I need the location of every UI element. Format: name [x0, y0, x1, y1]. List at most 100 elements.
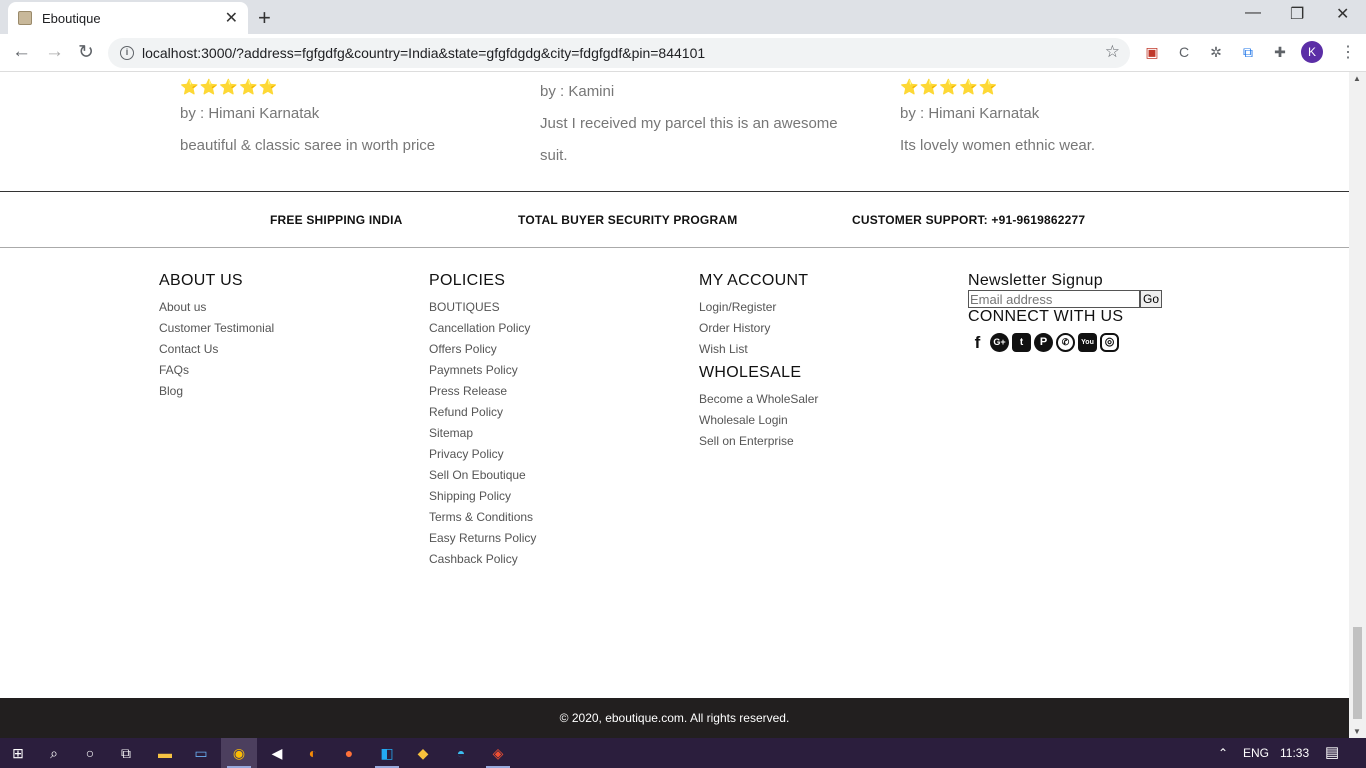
feature-customer-support: CUSTOMER SUPPORT: +91-9619862277: [852, 213, 1086, 227]
link-customer-testimonial[interactable]: Customer Testimonial: [159, 318, 274, 339]
extension-c-icon[interactable]: C: [1174, 42, 1194, 62]
page-content: ⭐⭐⭐⭐⭐ by : Himani Karnatak beautiful & c…: [0, 72, 1349, 738]
pinterest-icon[interactable]: P: [1034, 333, 1053, 352]
my-account-heading: MY ACCOUNT: [699, 272, 809, 289]
notifications-icon[interactable]: ▤: [1325, 738, 1339, 768]
instagram-icon[interactable]: ◎: [1100, 333, 1119, 352]
language-indicator[interactable]: ENG: [1243, 738, 1269, 768]
blender-icon[interactable]: ◐: [295, 738, 331, 768]
edge-icon[interactable]: ◓: [443, 738, 479, 768]
review-card: ⭐⭐⭐⭐⭐ by : Himani Karnatak Its lovely wo…: [900, 78, 1200, 162]
git-icon[interactable]: ◈: [480, 738, 516, 768]
google-plus-icon[interactable]: G+: [990, 333, 1009, 352]
extensions-puzzle-icon[interactable]: ✚: [1270, 42, 1290, 62]
link-about-us[interactable]: About us: [159, 297, 274, 318]
computer-icon[interactable]: ▭: [183, 738, 219, 768]
restore-icon[interactable]: ❐: [1290, 4, 1304, 24]
link-cancellation-policy[interactable]: Cancellation Policy: [429, 318, 536, 339]
address-bar[interactable]: i localhost:3000/?address=fgfgdfg&countr…: [108, 38, 1130, 68]
scroll-up-icon[interactable]: ▲: [1353, 74, 1361, 83]
url-text[interactable]: localhost:3000/?address=fgfgdfg&country=…: [142, 45, 705, 61]
youtube-icon[interactable]: You: [1078, 333, 1097, 352]
newsletter-column: Newsletter Signup Go CONNECT WITH US f G…: [968, 272, 1163, 352]
tray-expand-icon[interactable]: ⌃: [1218, 738, 1228, 768]
chrome-icon[interactable]: ◉: [221, 738, 257, 768]
scroll-down-icon[interactable]: ▼: [1353, 727, 1361, 736]
link-sell-on-eboutique[interactable]: Sell On Eboutique: [429, 465, 536, 486]
divider: [0, 191, 1349, 192]
clock[interactable]: 11:33: [1280, 738, 1309, 768]
file-explorer-icon[interactable]: ▬: [147, 738, 183, 768]
review-author: by : Himani Karnatak: [900, 105, 1040, 122]
link-shipping-policy[interactable]: Shipping Policy: [429, 486, 536, 507]
tab-close-icon[interactable]: ✕: [225, 8, 238, 28]
link-cashback-policy[interactable]: Cashback Policy: [429, 549, 536, 570]
browser-chrome: Eboutique ✕ + — ❐ ✕ ← → ↻ i localhost:30…: [0, 0, 1366, 72]
vscode-icon[interactable]: ◧: [369, 738, 405, 768]
page-scrollbar[interactable]: ▲ ▼: [1349, 72, 1366, 738]
review-card: ⭐⭐⭐⭐⭐ by : Himani Karnatak beautiful & c…: [180, 78, 480, 162]
link-payments-policy[interactable]: Paymnets Policy: [429, 360, 536, 381]
site-info-icon[interactable]: i: [120, 46, 134, 60]
app-icon[interactable]: ◆: [405, 738, 441, 768]
profile-avatar[interactable]: K: [1301, 41, 1323, 63]
review-author: by : Kamini: [540, 83, 615, 100]
link-order-history[interactable]: Order History: [699, 318, 818, 339]
link-become-wholesaler[interactable]: Become a WholeSaler: [699, 389, 818, 410]
link-contact-us[interactable]: Contact Us: [159, 339, 274, 360]
back-icon[interactable]: ←: [12, 41, 31, 63]
browser-tab[interactable]: Eboutique ✕: [8, 2, 248, 34]
copyright-text: © 2020, eboutique.com. All rights reserv…: [559, 711, 790, 725]
email-input[interactable]: [968, 290, 1140, 308]
extension-pocket-icon[interactable]: ▣: [1142, 42, 1162, 62]
facebook-icon[interactable]: f: [968, 333, 987, 352]
link-easy-returns-policy[interactable]: Easy Returns Policy: [429, 528, 536, 549]
extension-translate-icon[interactable]: ⧉: [1238, 42, 1258, 62]
link-sell-on-enterprise[interactable]: Sell on Enterprise: [699, 431, 818, 452]
my-account-column: MY ACCOUNT Login/Register Order History …: [699, 272, 818, 452]
link-press-release[interactable]: Press Release: [429, 381, 536, 402]
whatsapp-icon[interactable]: ✆: [1056, 333, 1075, 352]
link-privacy-policy[interactable]: Privacy Policy: [429, 444, 536, 465]
link-wish-list[interactable]: Wish List: [699, 339, 818, 360]
bookmark-star-icon[interactable]: ☆: [1105, 42, 1120, 62]
task-view-icon[interactable]: ⧉: [108, 738, 144, 768]
feature-free-shipping: FREE SHIPPING INDIA: [270, 213, 403, 227]
minimize-icon[interactable]: —: [1245, 4, 1261, 22]
feature-buyer-security: TOTAL BUYER SECURITY PROGRAM: [518, 213, 738, 227]
newsletter-heading: Newsletter Signup: [968, 272, 1103, 289]
forward-icon[interactable]: →: [45, 41, 64, 63]
firefox-icon[interactable]: ●: [331, 738, 367, 768]
scrollbar-thumb[interactable]: [1353, 627, 1362, 719]
review-text: Just I received my parcel this is an awe…: [540, 115, 838, 164]
link-refund-policy[interactable]: Refund Policy: [429, 402, 536, 423]
window-close-icon[interactable]: ✕: [1336, 4, 1349, 24]
link-terms-conditions[interactable]: Terms & Conditions: [429, 507, 536, 528]
menu-kebab-icon[interactable]: ⋮: [1340, 42, 1356, 62]
copyright-footer: © 2020, eboutique.com. All rights reserv…: [0, 698, 1349, 738]
rating-stars: ⭐⭐⭐⭐⭐: [900, 79, 999, 96]
about-us-column: ABOUT US About us Customer Testimonial C…: [159, 272, 274, 402]
divider: [0, 247, 1349, 248]
search-icon[interactable]: ⌕: [36, 738, 72, 768]
browser-toolbar: ← → ↻ i localhost:3000/?address=fgfgdfg&…: [0, 34, 1366, 72]
windows-taskbar: ⊞ ⌕ ○ ⧉ ▬ ▭ ◉ ◀ ◐ ● ◧ ◆ ◓ ◈ ⌃ ENG 11:33 …: [0, 738, 1366, 768]
cortana-icon[interactable]: ○: [72, 738, 108, 768]
review-text: Its lovely women ethnic wear.: [900, 137, 1096, 154]
twitter-icon[interactable]: t: [1012, 333, 1031, 352]
policies-heading: POLICIES: [429, 272, 506, 289]
link-wholesale-login[interactable]: Wholesale Login: [699, 410, 818, 431]
social-icons: f G+ t P ✆ You ◎: [968, 333, 1162, 352]
media-app-icon[interactable]: ◀: [259, 738, 295, 768]
link-login-register[interactable]: Login/Register: [699, 297, 818, 318]
link-blog[interactable]: Blog: [159, 381, 274, 402]
reload-icon[interactable]: ↻: [78, 41, 94, 64]
link-offers-policy[interactable]: Offers Policy: [429, 339, 536, 360]
link-boutiques[interactable]: BOUTIQUES: [429, 297, 536, 318]
link-faqs[interactable]: FAQs: [159, 360, 274, 381]
link-sitemap[interactable]: Sitemap: [429, 423, 536, 444]
go-button[interactable]: Go: [1140, 290, 1163, 308]
windows-start-icon[interactable]: ⊞: [0, 738, 36, 768]
new-tab-button[interactable]: +: [258, 5, 271, 31]
extension-bug-icon[interactable]: ✲: [1206, 42, 1226, 62]
